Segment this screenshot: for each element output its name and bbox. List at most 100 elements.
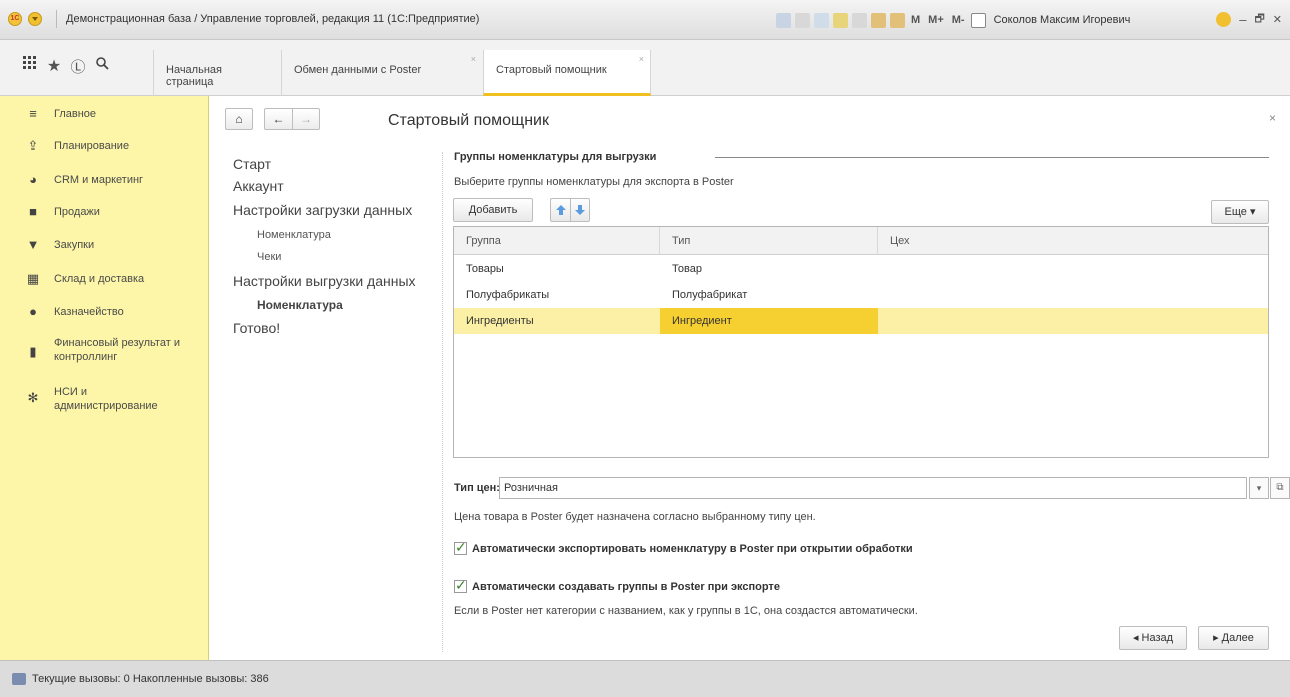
price-note: Цена товара в Poster будет назначена сог… [454,511,816,523]
step-account[interactable]: Аккаунт [233,178,284,194]
add-button[interactable]: Добавить [453,198,533,222]
step-load-nomenclature[interactable]: Номенклатура [257,229,331,241]
sidebar-item-finance[interactable]: ▮ Финансовый результат и контроллинг [0,336,209,364]
memory-plus-button[interactable]: M+ [928,14,944,26]
title-toolbar: M M+ M- Соколов Максим Игоревич [776,10,1130,30]
sidebar-item-crm[interactable]: ◕ CRM и маркетинг [0,173,209,187]
cell-type-active[interactable]: Ингредиент [660,308,878,334]
price-type-open-button[interactable]: ⧉ [1270,477,1290,499]
cell-type[interactable]: Полуфабрикат [660,282,878,308]
link-icon[interactable] [814,12,829,28]
memory-minus-button[interactable]: M- [952,14,965,26]
print-icon[interactable] [795,12,810,28]
cell-shop[interactable] [878,308,1268,334]
table-row[interactable]: Товары Товар [454,256,1268,282]
menu-icon: ≡ [29,106,37,121]
minimize-button[interactable]: – [1239,12,1246,27]
step-start[interactable]: Старт [233,156,271,172]
step-export-settings[interactable]: Настройки выгрузки данных [233,273,416,289]
cell-group[interactable]: Товары [454,256,660,282]
sidebar-item-purchases[interactable]: ▼ Закупки [0,238,209,252]
tab-home[interactable]: Начальная страница [153,50,281,96]
back-nav-button[interactable]: ← [264,108,292,130]
cell-shop[interactable] [878,282,1268,308]
sidebar-item-label: Казначейство [54,306,124,318]
tab-label: Начальная страница [166,64,222,88]
page-title: Стартовый помощник [388,112,549,129]
sidebar-item-label: Главное [54,108,97,120]
sidebar-item-label: Склад и доставка [54,273,145,285]
step-done[interactable]: Готово! [233,320,280,336]
column-header-shop[interactable]: Цех [878,227,1268,255]
auto-groups-label[interactable]: Автоматически создавать группы в Poster … [472,581,780,593]
star-icon[interactable]: ★ [44,56,64,76]
column-header-group[interactable]: Группа [454,227,660,255]
sidebar-item-planning[interactable]: ⇪ Планирование [0,139,209,153]
move-down-button[interactable] [570,198,590,222]
calculator-icon[interactable] [890,12,905,28]
tab-poster-exchange[interactable]: Обмен данными с Poster × [281,50,482,96]
window-layout-icon[interactable] [970,12,986,28]
status-text: Текущие вызовы: 0 Накопленные вызовы: 38… [32,673,269,685]
favorites-icon[interactable] [833,12,848,28]
history-icon[interactable] [852,12,867,28]
table-row[interactable]: Полуфабрикаты Полуфабрикат [454,282,1268,308]
table-row-selected[interactable]: Ингредиенты Ингредиент [454,308,1268,334]
auto-export-label[interactable]: Автоматически экспортировать номенклатур… [472,543,913,555]
move-up-button[interactable] [550,198,570,222]
sidebar-item-admin[interactable]: ✻ НСИ и администрирование [0,385,209,413]
sidebar-item-label: CRM и маркетинг [54,174,144,186]
history-icon[interactable]: Ⓛ [68,56,88,77]
sidebar-item-label: Продажи [54,206,100,218]
cell-group[interactable]: Полуфабрикаты [454,282,660,308]
close-form-button[interactable]: × [1269,111,1276,125]
tab-label: Стартовый помощник [496,64,607,76]
sidebar-item-sales[interactable]: ■ Продажи [0,205,209,219]
step-load-checks[interactable]: Чеки [257,251,281,263]
sidebar-item-warehouse[interactable]: ▦ Склад и доставка [0,272,209,286]
gear-icon: ✻ [27,390,39,405]
warehouse-icon: ▦ [26,271,40,286]
next-button[interactable]: ▸ Далее [1198,626,1269,650]
restore-button[interactable]: 🗗 [1254,10,1264,29]
main-menu-button[interactable] [28,12,42,26]
separator [56,10,57,28]
price-type-dropdown-button[interactable]: ▾ [1249,477,1269,499]
info-icon[interactable] [1216,12,1232,27]
tab-start-wizard[interactable]: Стартовый помощник × [483,50,651,96]
cell-type[interactable]: Товар [660,256,878,282]
auto-export-checkbox[interactable] [454,539,467,556]
tab-label: Обмен данными с Poster [294,64,422,76]
sidebar-item-label: Планирование [54,140,130,152]
price-type-input[interactable]: Розничная [499,477,1247,499]
user-name[interactable]: Соколов Максим Игоревич [994,14,1131,26]
save-icon[interactable] [776,12,791,28]
step-export-nomenclature[interactable]: Номенклатура [257,298,343,312]
auto-groups-checkbox[interactable] [454,577,467,594]
step-load-settings[interactable]: Настройки загрузки данных [233,202,412,218]
tabs-bar: ★ Ⓛ Начальная страница Обмен данными с P… [0,40,1290,96]
memory-button[interactable]: M [911,14,920,26]
close-tab-icon[interactable]: × [639,54,644,64]
cell-shop[interactable] [878,256,1268,282]
more-button[interactable]: Еще ▾ [1211,200,1269,224]
app-logo-icon: 1С [8,12,22,26]
column-header-type[interactable]: Тип [660,227,878,255]
calls-icon [12,673,26,685]
search-icon[interactable] [92,56,112,75]
sidebar-item-main[interactable]: ≡ Главное [0,107,209,121]
forward-nav-button[interactable]: → [292,108,320,130]
sidebar-item-label: Закупки [54,239,95,251]
close-tab-icon[interactable]: × [471,54,476,64]
status-bar: Текущие вызовы: 0 Накопленные вызовы: 38… [0,660,1290,697]
sidebar-item-treasury[interactable]: ● Казначейство [0,305,209,319]
calendar-icon[interactable] [871,12,886,28]
cell-group[interactable]: Ингредиенты [454,308,660,334]
back-button[interactable]: ◂ Назад [1119,626,1187,650]
home-button[interactable]: ⌂ [225,108,253,130]
close-window-button[interactable]: ✕ [1273,13,1282,26]
sections-grid-icon[interactable] [20,56,40,75]
window-controls: – 🗗 ✕ [1216,10,1282,29]
groups-note: Если в Poster нет категории с названием,… [454,605,918,617]
pie-chart-icon: ◕ [29,172,37,187]
